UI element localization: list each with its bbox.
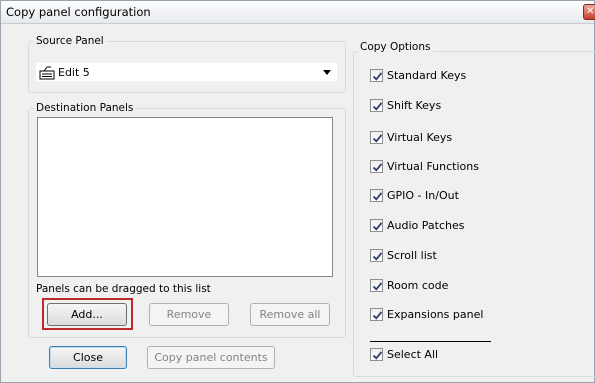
check-icon [372,282,383,291]
source-panel-select[interactable]: Edit 5 [35,62,338,82]
option-label: GPIO - In/Out [387,189,459,202]
option-label: Scroll list [387,249,437,262]
check-icon [372,102,383,111]
close-icon: ✕ [586,6,595,17]
check-icon [372,351,383,360]
checkbox[interactable] [370,219,383,232]
checkbox[interactable] [370,249,383,262]
check-icon [372,222,383,231]
checkbox[interactable] [370,99,383,112]
check-icon [372,192,383,201]
remove-button[interactable]: Remove [149,303,229,326]
destination-panels-label: Destination Panels [34,102,136,114]
check-icon [372,163,383,172]
title-bar[interactable]: Copy panel configuration ✕ [1,1,595,24]
checkbox[interactable] [370,189,383,202]
dialog-window: Copy panel configuration ✕ Source Panel … [0,0,595,383]
keyboard-icon [39,66,55,80]
select-all-label: Select All [387,348,439,361]
window-title: Copy panel configuration [6,5,151,19]
copy-panel-contents-button[interactable]: Copy panel contents [147,346,275,369]
check-icon [372,134,383,143]
drag-hint-text: Panels can be dragged to this list [36,283,211,295]
option-label: Standard Keys [387,69,467,82]
remove-all-button[interactable]: Remove all [250,303,330,326]
option-label: Virtual Keys [387,131,453,144]
close-button[interactable]: Close [49,346,127,369]
check-icon [372,72,383,81]
option-label: Audio Patches [387,219,465,232]
checkbox[interactable] [370,69,383,82]
destination-panels-list[interactable] [37,117,333,277]
chevron-down-icon [323,70,331,75]
source-panel-label: Source Panel [34,35,106,47]
checkbox[interactable] [370,308,383,321]
checkbox[interactable] [370,160,383,173]
checkbox[interactable] [370,279,383,292]
copy-options-label: Copy Options [358,41,433,53]
select-all-separator [370,341,491,342]
option-label: Expansions panel [387,308,484,321]
check-icon [372,252,383,261]
check-icon [372,311,383,320]
checkbox[interactable] [370,348,383,361]
window-close-button[interactable]: ✕ [583,4,595,20]
checkbox[interactable] [370,131,383,144]
add-button[interactable]: Add... [47,303,127,326]
option-label: Virtual Functions [387,160,479,173]
option-label: Room code [387,279,449,292]
option-label: Shift Keys [387,99,442,112]
source-panel-value: Edit 5 [58,66,90,79]
